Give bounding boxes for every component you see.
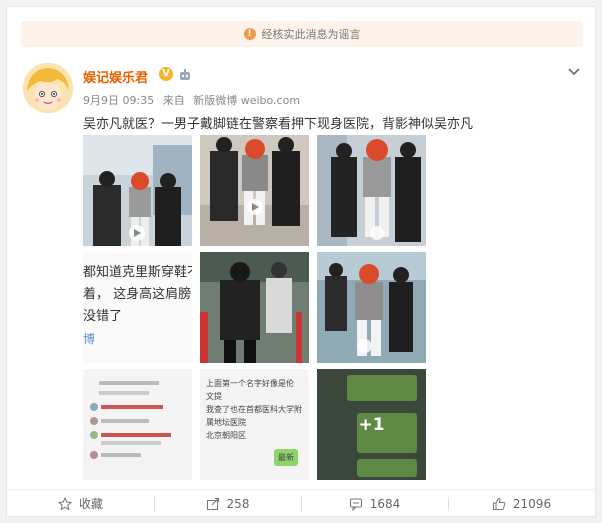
- post-source[interactable]: 新版微博 weibo.com: [193, 94, 300, 107]
- comment-button[interactable]: 1684: [301, 490, 448, 517]
- post-image-3[interactable]: [317, 135, 426, 246]
- post-image-4[interactable]: 都知道克里斯穿鞋不 着， 这身高这肩膀 没错了 博: [83, 252, 192, 363]
- post-meta: 9月9日 09:35 来自 新版微博 weibo.com: [83, 92, 305, 108]
- post-image-5[interactable]: [200, 252, 309, 363]
- image-text-line-2: 着， 这身高这肩膀: [83, 287, 192, 302]
- verified-badge-icon: V: [159, 67, 173, 81]
- post-image-7[interactable]: [83, 369, 192, 480]
- post-time[interactable]: 9月9日 09:35: [83, 94, 154, 107]
- avatar[interactable]: [23, 63, 73, 113]
- author-name[interactable]: 娱记娱乐君: [83, 67, 148, 86]
- repost-button[interactable]: 258: [154, 490, 301, 517]
- image-text-tag: 博: [83, 332, 96, 346]
- image-grid: 都知道克里斯穿鞋不 着， 这身高这肩膀 没错了 博 上面第一个名字好像是伦 文提…: [83, 135, 428, 481]
- image-text-line-1: 都知道克里斯穿鞋不: [83, 265, 192, 280]
- rumor-notice-text: 经核实此消息为谣言: [261, 28, 361, 41]
- more-images-overlay[interactable]: +1: [317, 369, 426, 480]
- chat-line-2: 文提: [206, 392, 222, 401]
- star-icon: [57, 496, 72, 511]
- source-prefix: 来自: [162, 94, 185, 107]
- chat-tag: 最新: [274, 449, 298, 466]
- image-text-line-3: 没错了: [83, 309, 123, 324]
- chat-line-5: 属地坛医院: [206, 418, 246, 427]
- weibo-post-card: ! 经核实此消息为谣言 娱记娱乐君 V 9月9日 09:35 来自 新版微博 w…: [6, 6, 596, 517]
- favorite-button[interactable]: 收藏: [7, 490, 154, 517]
- comment-count: 1684: [369, 496, 401, 511]
- favorite-label: 收藏: [78, 497, 103, 511]
- post-image-6[interactable]: [317, 252, 426, 363]
- chat-line-4: 我查了也在首都医科大学附: [206, 405, 302, 414]
- post-text: 吴亦凡就医？一男子戴脚链在警察看押下现身医院，背影神似吴亦凡: [83, 117, 474, 132]
- thumbs-up-icon: [492, 497, 506, 510]
- like-button[interactable]: 21096: [448, 490, 595, 517]
- post-image-1[interactable]: [83, 135, 192, 246]
- chevron-down-icon[interactable]: [567, 63, 581, 77]
- comment-icon: [349, 498, 362, 511]
- share-icon: [206, 497, 219, 510]
- repost-count: 258: [226, 496, 250, 511]
- like-count: 21096: [512, 496, 552, 511]
- robot-badge-icon: [178, 67, 192, 81]
- chat-line-7: 北京朝阳区: [206, 431, 246, 440]
- warning-icon: !: [243, 28, 256, 40]
- post-image-8[interactable]: 上面第一个名字好像是伦 文提 我查了也在首都医科大学附 属地坛医院 北京朝阳区 …: [200, 369, 309, 480]
- rumor-notice-banner: ! 经核实此消息为谣言: [21, 21, 583, 47]
- chat-line-1: 上面第一个名字好像是伦: [206, 379, 294, 388]
- post-image-9[interactable]: +1: [317, 369, 426, 480]
- post-image-2[interactable]: [200, 135, 309, 246]
- post-action-bar: 收藏 258 1684 21096: [7, 489, 595, 517]
